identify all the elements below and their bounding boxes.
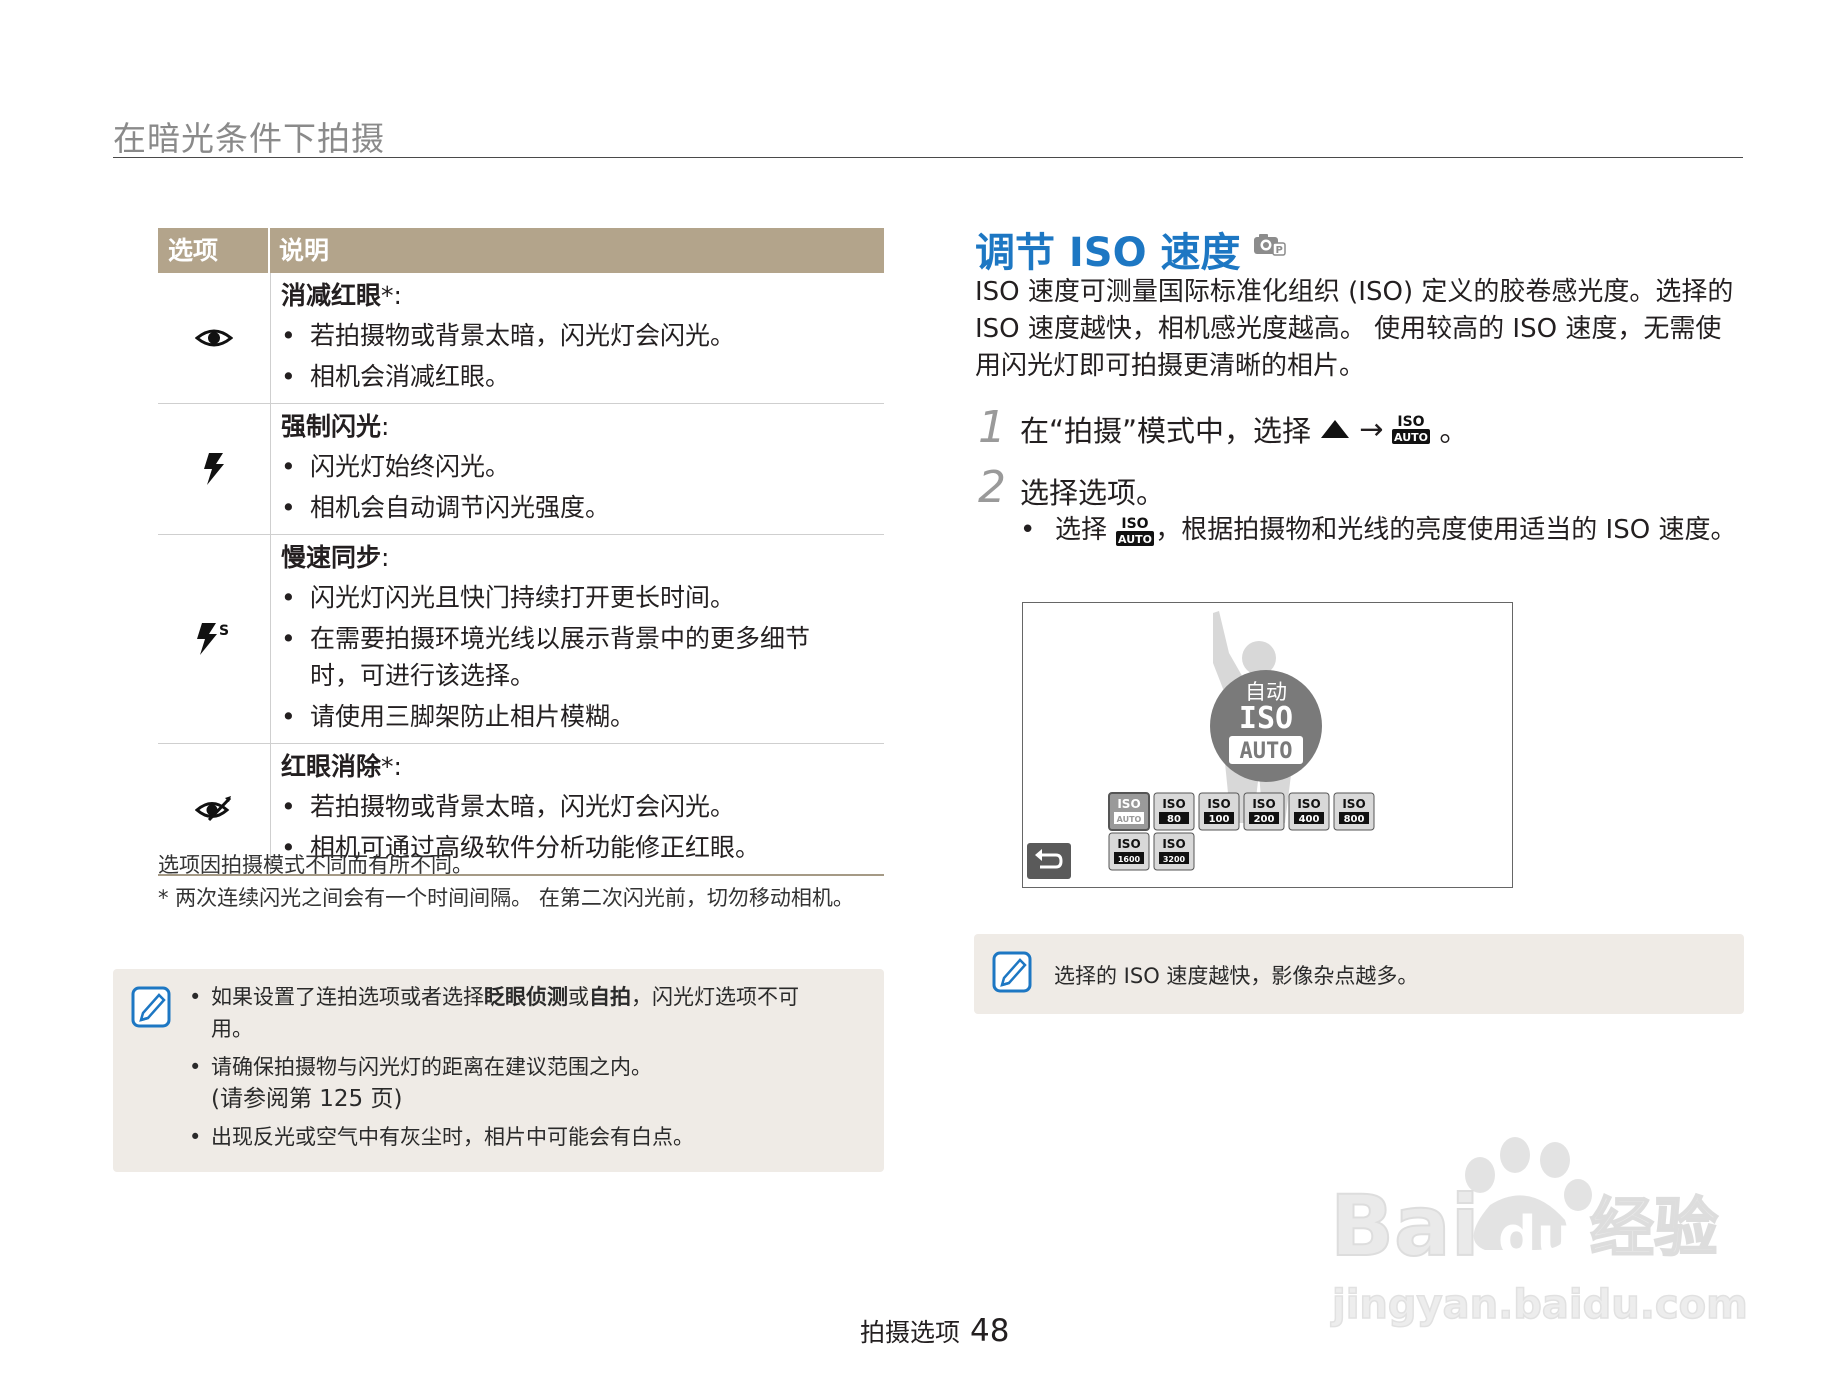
iso-auto-icon: ISO AUTO: [1392, 414, 1431, 444]
iso-option-value: 800: [1344, 814, 1365, 825]
iso-option-top: ISO: [1162, 837, 1185, 851]
option-name: 慢速同步:: [281, 543, 390, 572]
footnotes: 选项因拍摄模式不同而有所不同。 * 两次连续闪光之间会有一个时间间隔。 在第二次…: [158, 849, 888, 915]
section-title: 在暗光条件下拍摄: [113, 119, 385, 158]
camera-screen-illustration: 自动 ISO AUTO ISO AUTO ISO 80 ISO 100 ISO 200 ISO 4…: [1022, 602, 1513, 888]
iso-option-button[interactable]: ISO 100: [1198, 792, 1240, 831]
note-pencil-icon: [131, 986, 171, 1028]
step-1: 在“拍摄”模式中，选择 → ISO AUTO 。: [1020, 412, 1469, 448]
slow-sync-flash-icon: S: [158, 535, 271, 743]
iso-option-button[interactable]: ISO AUTO: [1108, 792, 1150, 831]
iso-label: ISO: [1239, 701, 1293, 736]
watermark-du: du: [1498, 1205, 1575, 1268]
iso-option-button[interactable]: ISO 200: [1243, 792, 1285, 831]
svg-text:P: P: [1276, 245, 1283, 256]
note-item: 如果设置了连拍选项或者选择眨眼侦测或自拍，闪光灯选项不可用。: [189, 981, 829, 1045]
list-item: 在需要拍摄环境光线以展示背景中的更多细节时，可进行该选择。: [281, 620, 830, 694]
footnote-2: * 两次连续闪光之间会有一个时间间隔。 在第二次闪光前，切勿移动相机。: [158, 886, 854, 910]
watermark-brand: Bai: [1330, 1177, 1480, 1275]
iso-option-top: ISO: [1297, 797, 1320, 811]
flash-options-table: 选项 说明 消减红眼*: 若拍摄物或背景太暗，闪光灯会闪光。 相机会消减红眼。: [158, 228, 884, 876]
list-item: 相机会消减红眼。: [281, 358, 884, 395]
triangle-up-icon: [1321, 420, 1350, 438]
option-name: 强制闪光:: [281, 412, 390, 441]
baidu-jingyan-watermark: Bai du 经验 jingyan.baidu.com: [1329, 1137, 1749, 1329]
page-reference: (请参阅第 125 页): [211, 1086, 403, 1112]
iso-option-top: ISO: [1117, 837, 1140, 851]
iso-option-button[interactable]: ISO 80: [1153, 792, 1195, 831]
iso-option-top: ISO: [1162, 797, 1185, 811]
iso-option-value: 3200: [1163, 855, 1186, 864]
camera-mode-icon: P: [1254, 234, 1286, 256]
iso-option-top: ISO: [1207, 797, 1230, 811]
header-divider: [113, 157, 1743, 158]
iso-option-value: 80: [1167, 814, 1181, 825]
step-1-number: 1: [978, 402, 1006, 453]
option-name: 红眼消除*:: [281, 752, 402, 781]
option-name: 消减红眼*:: [281, 281, 402, 310]
note-box-right: 选择的 ISO 速度越快，影像杂点越多。: [974, 934, 1744, 1014]
iso-option-value: 1600: [1118, 855, 1141, 864]
column-header-option: 选项: [168, 236, 219, 265]
iso-option-value: 100: [1209, 814, 1230, 825]
iso-auto-icon: ISO AUTO: [1116, 516, 1155, 546]
iso-option-button[interactable]: ISO 1600: [1108, 832, 1150, 871]
table-row: 消减红眼*: 若拍摄物或背景太暗，闪光灯会闪光。 相机会消减红眼。: [158, 273, 884, 404]
note-text: 选择的 ISO 速度越快，影像杂点越多。: [1054, 964, 1419, 988]
flash-bolt-icon: [158, 404, 271, 534]
table-row: 强制闪光: 闪光灯始终闪光。 相机会自动调节闪光强度。: [158, 404, 884, 535]
auto-badge-text: AUTO: [1240, 739, 1293, 764]
iso-option-top: ISO: [1252, 797, 1275, 811]
step-2-number: 2: [978, 462, 1006, 513]
iso-intro-paragraph: ISO 速度可测量国际标准化组织 (ISO) 定义的胶卷感光度。选择的 ISO …: [975, 277, 1734, 381]
note-item: 出现反光或空气中有灰尘时，相片中可能会有白点。: [189, 1121, 829, 1153]
iso-option-top: ISO: [1342, 797, 1365, 811]
red-eye-eye-icon: [158, 273, 271, 403]
note-pencil-icon: [992, 951, 1032, 993]
list-item: 若拍摄物或背景太暗，闪光灯会闪光。: [281, 317, 884, 354]
step-2-bullet: 选择 ISO AUTO ，根据拍摄物和光线的亮度使用适当的 ISO 速度。: [1020, 511, 1755, 549]
table-row: S 慢速同步: 闪光灯闪光且快门持续打开更长时间。 在需要拍摄环境光线以展示背景…: [158, 535, 884, 744]
note-item: 请确保拍摄物与闪光灯的距离在建议范围之内。(请参阅第 125 页): [189, 1051, 829, 1115]
svg-text:AUTO: AUTO: [1394, 431, 1428, 444]
list-item: 闪光灯闪光且快门持续打开更长时间。: [281, 579, 884, 616]
iso-option-value: 200: [1254, 814, 1275, 825]
footer-label: 拍摄选项: [860, 1318, 961, 1347]
iso-option-value: AUTO: [1117, 815, 1142, 824]
page-number: 48: [970, 1313, 1010, 1349]
note-box-left: 如果设置了连拍选项或者选择眨眼侦测或自拍，闪光灯选项不可用。 请确保拍摄物与闪光…: [113, 969, 884, 1172]
iso-option-top: ISO: [1117, 797, 1140, 811]
page-footer: 拍摄选项 48: [860, 1313, 1009, 1349]
footnote-1: 选项因拍摄模式不同而有所不同。: [158, 853, 473, 877]
svg-text:ISO: ISO: [1398, 414, 1425, 430]
iso-option-button[interactable]: ISO 3200: [1153, 832, 1195, 871]
list-item: 请使用三脚架防止相片模糊。: [281, 698, 884, 735]
watermark-url: jingyan.baidu.com: [1330, 1282, 1748, 1328]
list-item: 闪光灯始终闪光。: [281, 448, 884, 485]
watermark-jingyan: 经验: [1590, 1192, 1718, 1266]
iso-option-button[interactable]: ISO 400: [1288, 792, 1330, 831]
svg-text:S: S: [219, 623, 229, 639]
list-item: 相机会自动调节闪光强度。: [281, 489, 884, 526]
iso-option-value: 400: [1299, 814, 1320, 825]
iso-option-button[interactable]: ISO 800: [1333, 792, 1375, 831]
list-item: 若拍摄物或背景太暗，闪光灯会闪光。: [281, 788, 884, 825]
svg-text:AUTO: AUTO: [1118, 533, 1152, 546]
svg-text:ISO: ISO: [1122, 516, 1149, 532]
back-button[interactable]: [1027, 843, 1071, 879]
step-2: 选择选项。: [1020, 476, 1166, 510]
iso-section-title: 调节 ISO 速度: [975, 230, 1241, 276]
table-header: 选项 说明: [158, 228, 884, 273]
column-header-description: 说明: [279, 236, 330, 265]
